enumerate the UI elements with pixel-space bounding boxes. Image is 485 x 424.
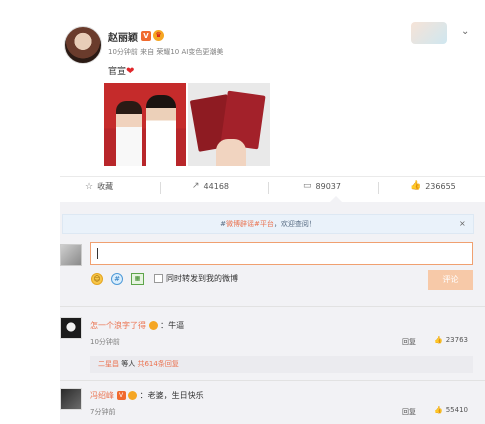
image-icon[interactable]: ▦ bbox=[131, 273, 144, 285]
commenter-name[interactable]: 冯绍峰 bbox=[90, 391, 114, 400]
crown-badge-icon: ♛ bbox=[153, 30, 164, 41]
post-photo-couple[interactable] bbox=[104, 83, 186, 166]
subreply-text: 等人 bbox=[121, 360, 136, 368]
divider bbox=[60, 380, 485, 381]
favorite-button[interactable]: ☆ 收藏 bbox=[85, 181, 113, 192]
crown-badge-icon bbox=[148, 321, 158, 330]
post-text-content: 官宣 bbox=[108, 67, 127, 77]
comment-button[interactable]: ▭ 89037 bbox=[303, 181, 341, 191]
comment-like-count: 55410 bbox=[445, 406, 468, 414]
hashtag-icon[interactable]: # bbox=[111, 273, 123, 285]
reply-button[interactable]: 回复 bbox=[402, 407, 416, 417]
divider bbox=[60, 306, 485, 307]
repost-icon: ↗ bbox=[192, 181, 200, 191]
post-photo-certificates[interactable] bbox=[188, 83, 270, 166]
commenter-avatar[interactable] bbox=[60, 317, 82, 339]
current-user-avatar bbox=[60, 244, 82, 266]
comment-time: 10分钟前 bbox=[90, 338, 120, 346]
verified-badge-icon: V bbox=[116, 391, 126, 400]
emoji-icon[interactable]: ☺ bbox=[91, 273, 103, 285]
notice-link[interactable]: 微博辟谣#平台 bbox=[226, 220, 274, 228]
author-avatar[interactable] bbox=[64, 26, 102, 64]
comment-count: 89037 bbox=[315, 181, 341, 191]
comment-input[interactable] bbox=[90, 242, 473, 265]
subreply-name[interactable]: 二星昌 bbox=[98, 360, 119, 368]
commenter-avatar[interactable] bbox=[60, 388, 82, 410]
comment-like-button[interactable]: 👍 55410 bbox=[434, 406, 468, 414]
submit-comment-button[interactable]: 评论 bbox=[428, 270, 473, 290]
thumb-up-icon: 👍 bbox=[434, 336, 443, 344]
repost-button[interactable]: ↗ 44168 bbox=[192, 181, 229, 191]
commenter-name[interactable]: 怎一个浪字了得 bbox=[90, 321, 146, 330]
like-count: 236655 bbox=[425, 181, 456, 191]
comment-like-button[interactable]: 👍 23763 bbox=[434, 336, 468, 344]
subreply-summary[interactable]: 二星昌 等人 共614条回复 bbox=[90, 356, 473, 373]
repost-checkbox[interactable] bbox=[154, 274, 163, 283]
thumb-up-icon: 👍 bbox=[410, 181, 422, 191]
comment-text: ：牛逼 bbox=[160, 321, 185, 330]
subreply-count[interactable]: 共614条回复 bbox=[137, 360, 178, 368]
favorite-label: 收藏 bbox=[97, 182, 114, 191]
comment-body: 冯绍峰 V ：老婆，生日快乐 bbox=[90, 390, 204, 401]
heart-icon: ❤ bbox=[126, 66, 135, 77]
sticker-image bbox=[411, 22, 447, 44]
star-icon: ☆ bbox=[85, 181, 94, 192]
crown-badge-icon bbox=[128, 391, 138, 400]
notice-suffix: ，欢迎查阅！ bbox=[273, 220, 316, 228]
rumor-notice: #微博辟谣#平台，欢迎查阅！ bbox=[62, 214, 474, 234]
repost-checkbox-label[interactable]: 同时转发到我的微博 bbox=[166, 273, 238, 284]
author-name[interactable]: 赵丽颖 bbox=[108, 29, 138, 44]
verified-badge-icon: V bbox=[141, 31, 151, 41]
close-icon[interactable]: × bbox=[459, 219, 466, 228]
panel-caret bbox=[330, 196, 342, 202]
comment-body: 怎一个浪字了得 ：牛逼 bbox=[90, 320, 184, 331]
like-button[interactable]: 👍 236655 bbox=[410, 181, 456, 191]
comment-icon: ▭ bbox=[303, 181, 312, 191]
thumb-up-icon: 👍 bbox=[434, 406, 443, 414]
comment-text: ：老婆，生日快乐 bbox=[139, 391, 204, 400]
repost-count: 44168 bbox=[203, 181, 229, 191]
reply-button[interactable]: 回复 bbox=[402, 337, 416, 347]
chevron-down-icon[interactable]: ⌄ bbox=[461, 26, 469, 37]
text-cursor bbox=[97, 248, 98, 259]
post-text: 官宣❤ bbox=[108, 64, 134, 77]
comment-like-count: 23763 bbox=[445, 336, 468, 344]
post-meta: 10分钟前 来自 荣耀10 AI变色更潮美 bbox=[108, 48, 224, 56]
comment-time: 7分钟前 bbox=[90, 408, 116, 416]
